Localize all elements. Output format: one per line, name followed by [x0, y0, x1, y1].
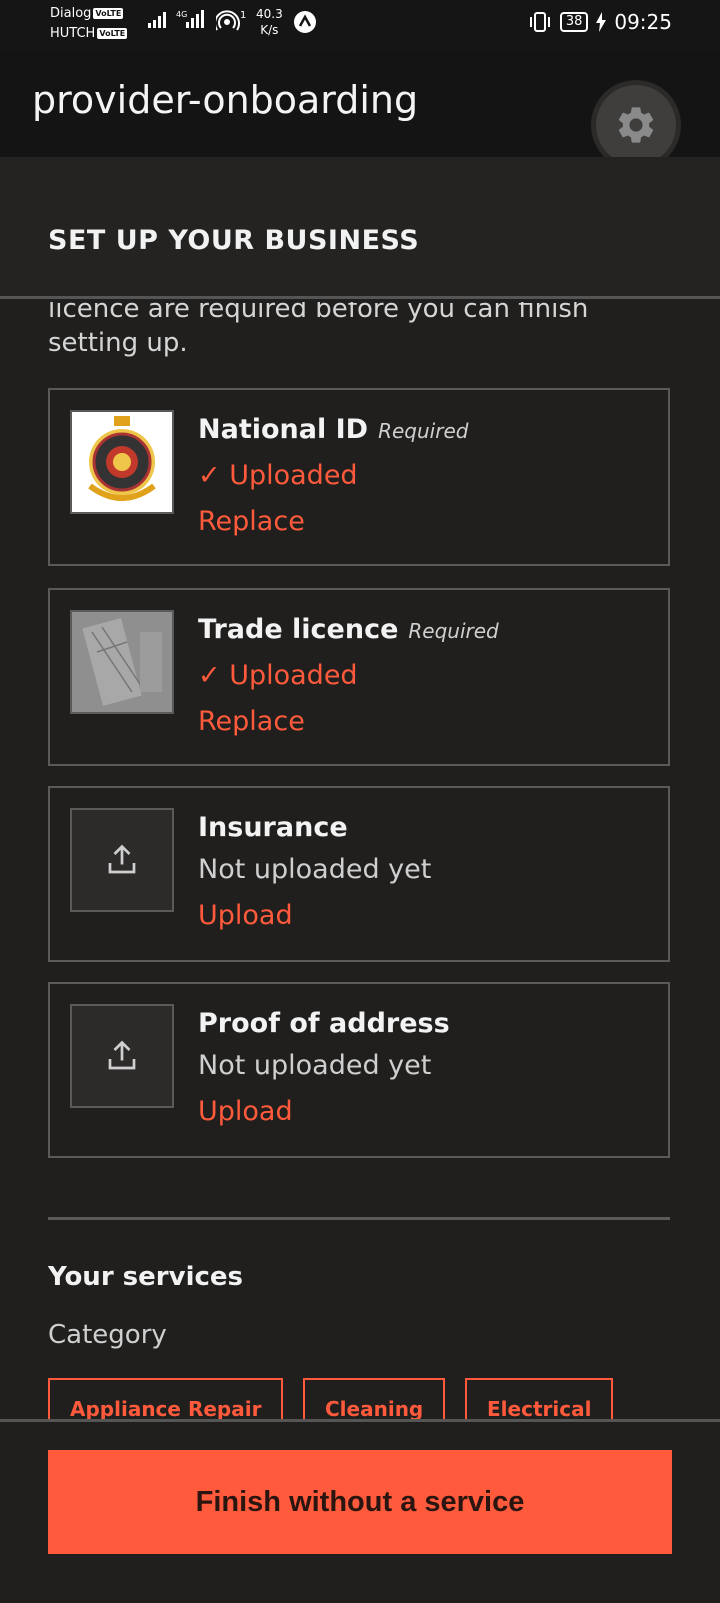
volte-badge-1: VoLTE	[93, 8, 124, 19]
upload-status: ✓ Uploaded	[198, 460, 358, 491]
trade-licence-thumbnail[interactable]	[70, 610, 174, 714]
upload-status: Not uploaded yet	[198, 854, 432, 885]
upload-insurance-button[interactable]: Upload	[198, 900, 293, 931]
vibrate-icon	[529, 12, 550, 32]
finish-without-service-button[interactable]: Finish without a service	[48, 1450, 672, 1554]
document-name: National ID Required	[198, 414, 469, 445]
category-chips: Appliance Repair Cleaning Electrical	[48, 1378, 720, 1420]
document-card-proof-of-address: Proof of address Not uploaded yet Upload	[48, 982, 670, 1158]
status-right: 38 09:25	[528, 10, 672, 34]
app-title: provider-onboarding	[32, 78, 419, 122]
check-icon: ✓	[198, 460, 230, 491]
speed-value: 40.3	[256, 7, 283, 21]
carrier-1: Dialog	[50, 6, 92, 21]
national-id-thumbnail[interactable]	[70, 410, 174, 514]
clock: 09:25	[614, 10, 672, 34]
replace-trade-licence-button[interactable]: Replace	[198, 706, 305, 737]
section-title: SET UP YOUR BUSINESS	[48, 225, 420, 256]
proof-of-address-upload-slot[interactable]	[70, 1004, 174, 1108]
upload-status: ✓ Uploaded	[198, 660, 358, 691]
status-bar: Dialog VoLTE HUTCH VoLTE 4G 1 40.3 K/s 38 …	[0, 0, 720, 52]
services-title: Your services	[48, 1262, 243, 1292]
document-card-insurance: Insurance Not uploaded yet Upload	[48, 786, 670, 962]
carrier-info: Dialog VoLTE HUTCH VoLTE	[50, 4, 128, 44]
header-divider	[0, 296, 720, 299]
upload-icon	[108, 844, 136, 874]
required-tag: Required	[408, 619, 499, 643]
section-header: SET UP YOUR BUSINESS	[0, 157, 720, 297]
document-name: Trade licence Required	[198, 614, 499, 645]
signal-4g-icon: 4G	[176, 8, 210, 32]
signal-icon	[148, 10, 172, 32]
emblem-image	[88, 416, 156, 501]
upload-proof-of-address-button[interactable]: Upload	[198, 1096, 293, 1127]
upload-status: Not uploaded yet	[198, 1050, 432, 1081]
hotspot-count: 1	[240, 10, 247, 21]
category-label: Category	[48, 1320, 167, 1350]
document-card-national-id: National ID Required ✓ Uploaded Replace	[48, 388, 670, 566]
network-speed: 40.3 K/s	[256, 6, 283, 38]
battery-level: 38	[559, 12, 589, 32]
chip-appliance-repair[interactable]: Appliance Repair	[48, 1378, 284, 1420]
bottom-action-bar: Finish without a service	[0, 1419, 720, 1603]
hotspot-icon: 1	[214, 10, 246, 36]
section-divider	[48, 1217, 670, 1220]
chip-electrical[interactable]: Electrical	[465, 1378, 614, 1420]
charging-icon	[596, 12, 607, 32]
intro-text: licence are required before you can fini…	[48, 294, 589, 358]
document-photo-image	[72, 612, 172, 712]
chip-cleaning[interactable]: Cleaning	[303, 1378, 446, 1420]
insurance-upload-slot[interactable]	[70, 808, 174, 912]
document-name: Proof of address	[198, 1008, 450, 1039]
carrier-2: HUTCH	[50, 26, 96, 41]
document-name: Insurance	[198, 812, 348, 843]
required-tag: Required	[378, 419, 469, 443]
document-card-trade-licence: Trade licence Required ✓ Uploaded Replace	[48, 588, 670, 766]
gear-icon	[618, 107, 654, 143]
speed-unit: K/s	[260, 23, 279, 37]
app-notification-icon	[293, 10, 317, 38]
volte-badge-2: VoLTE	[97, 28, 128, 39]
check-icon: ✓	[198, 660, 230, 691]
upload-icon	[108, 1040, 136, 1070]
replace-national-id-button[interactable]: Replace	[198, 506, 305, 537]
